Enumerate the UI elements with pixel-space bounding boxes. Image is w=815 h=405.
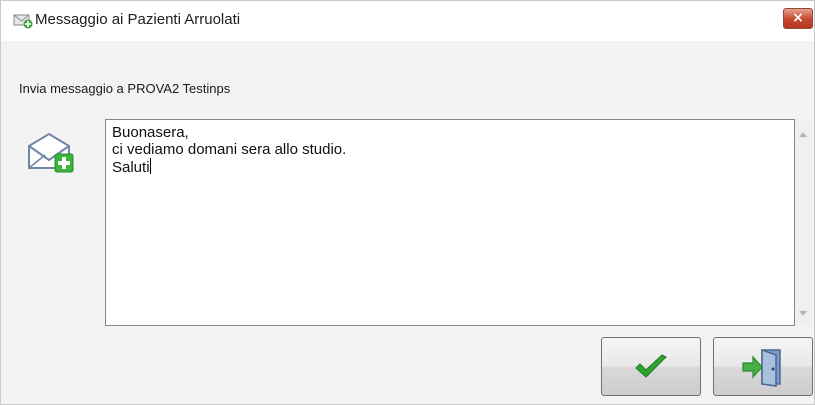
close-icon: ×: [792, 10, 804, 26]
scroll-down-icon[interactable]: [799, 311, 807, 316]
envelope-add-icon: [28, 132, 74, 173]
window-title: Messaggio ai Pazienti Arruolati: [35, 11, 241, 28]
exit-door-icon: [742, 348, 781, 387]
text-caret: [149, 158, 151, 174]
recipient-label: Invia messaggio a PROVA2 Testinps: [19, 81, 231, 96]
title-bar: Messaggio ai Pazienti Arruolati ×: [1, 1, 814, 41]
message-dialog: Messaggio ai Pazienti Arruolati × Invia …: [0, 0, 815, 405]
message-text: Buonasera, ci vediamo domani sera allo s…: [112, 124, 347, 176]
exit-button[interactable]: [713, 337, 813, 396]
message-textarea[interactable]: Buonasera, ci vediamo domani sera allo s…: [105, 119, 795, 326]
checkmark-icon: [635, 353, 667, 378]
close-button[interactable]: ×: [783, 8, 813, 29]
scroll-up-icon[interactable]: [799, 132, 807, 137]
envelope-add-icon: [13, 14, 33, 29]
confirm-button[interactable]: [601, 337, 701, 396]
vertical-scrollbar[interactable]: [795, 119, 812, 326]
